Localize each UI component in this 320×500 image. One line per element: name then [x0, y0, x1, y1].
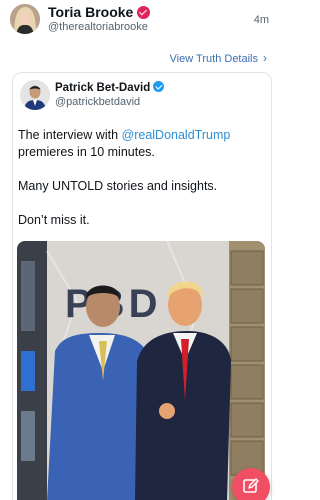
- author-handle[interactable]: @therealtoriabrooke: [48, 21, 148, 33]
- timestamp: 4m: [253, 14, 269, 26]
- author-name[interactable]: Toria Brooke: [48, 4, 151, 20]
- compose-button[interactable]: [232, 468, 270, 500]
- quoted-author-handle[interactable]: @patrickbetdavid: [55, 96, 140, 108]
- post-paragraph: The interview with @realDonaldTrump prem…: [18, 127, 268, 161]
- quoted-author-name[interactable]: Patrick Bet-David: [55, 81, 165, 94]
- post-text-segment: The interview with: [18, 128, 122, 142]
- post-body: The interview with @realDonaldTrump prem…: [18, 127, 268, 246]
- verified-badge-icon: [153, 81, 165, 92]
- verified-badge-icon: [137, 6, 151, 19]
- post-paragraph: Many UNTOLD stories and insights.: [18, 179, 218, 193]
- post-text-segment: premieres in 10 minutes.: [18, 145, 155, 159]
- repost-header: Toria Brooke @therealtoriabrooke 4m: [10, 4, 271, 36]
- chevron-right-icon: ›: [263, 51, 267, 65]
- view-details-label[interactable]: View Truth Details: [170, 53, 258, 65]
- post-image[interactable]: PBD: [17, 241, 265, 500]
- view-details-link[interactable]: View Truth Details ›: [170, 51, 267, 65]
- post-paragraph: Don’t miss it.: [18, 213, 90, 227]
- mention-link[interactable]: @realDonaldTrump: [122, 128, 231, 142]
- pencil-square-icon: [243, 478, 259, 493]
- author-name-text[interactable]: Toria Brooke: [48, 4, 133, 20]
- quoted-author-avatar[interactable]: [20, 80, 50, 110]
- quoted-post-card[interactable]: Patrick Bet-David @patrickbetdavid The i…: [12, 72, 272, 500]
- quoted-author-name-text[interactable]: Patrick Bet-David: [55, 82, 150, 94]
- avatar[interactable]: [10, 4, 40, 34]
